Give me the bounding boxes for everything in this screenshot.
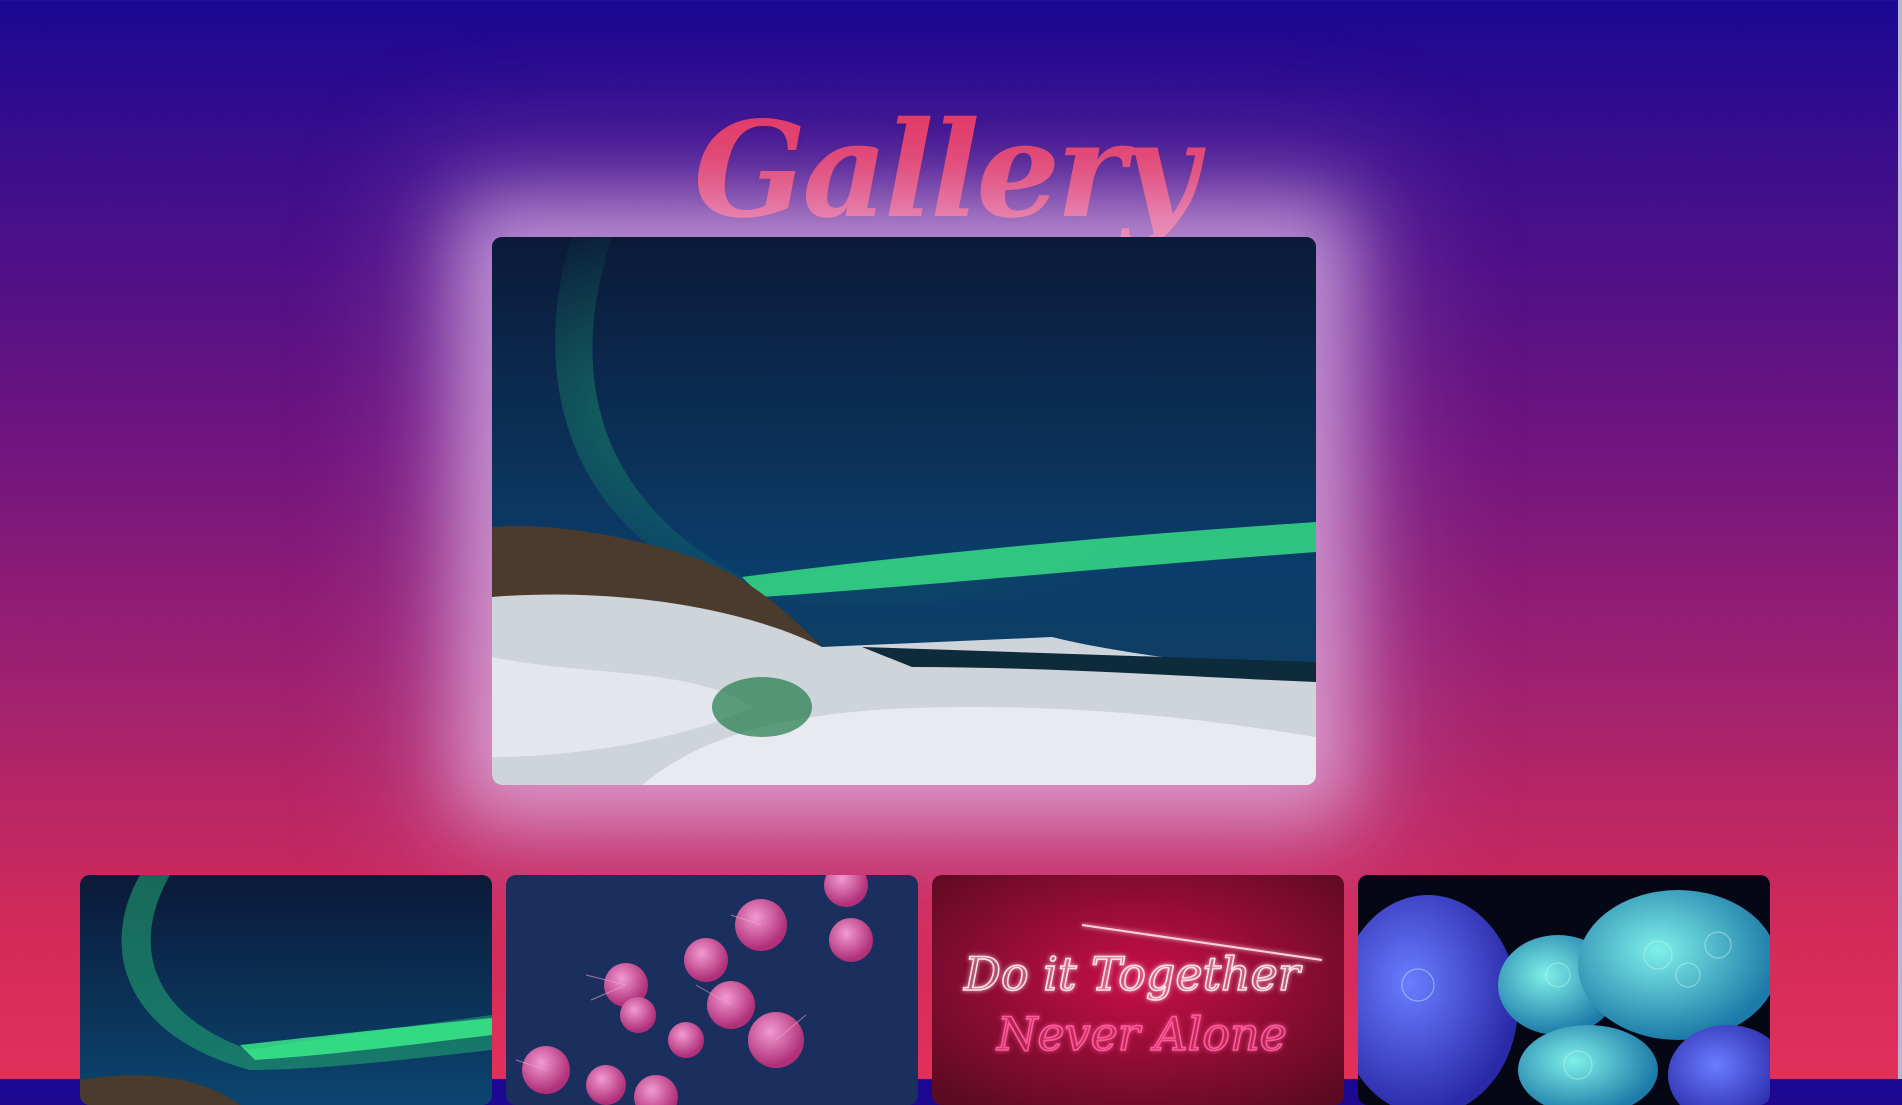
- aurora-image: [492, 237, 1316, 785]
- jellyfish-image: [506, 875, 918, 1105]
- neon-text-line-2: Never Alone: [996, 1007, 1287, 1061]
- neon-sign-image: Do it Together Never Alone: [932, 875, 1344, 1105]
- hero-image[interactable]: [492, 237, 1316, 785]
- thumbnail-neon-sign[interactable]: Do it Together Never Alone: [932, 875, 1344, 1105]
- aurora-image: [80, 875, 492, 1105]
- thumbnail-aurora[interactable]: [80, 875, 492, 1105]
- neon-text-line-1: Do it Together: [963, 947, 1303, 1001]
- coral-image: [1358, 875, 1770, 1105]
- scrollbar[interactable]: [1898, 0, 1902, 1079]
- thumbnail-coral[interactable]: [1358, 875, 1770, 1105]
- page-title: Gallery: [693, 93, 1199, 249]
- thumbnail-jellyfish[interactable]: [506, 875, 918, 1105]
